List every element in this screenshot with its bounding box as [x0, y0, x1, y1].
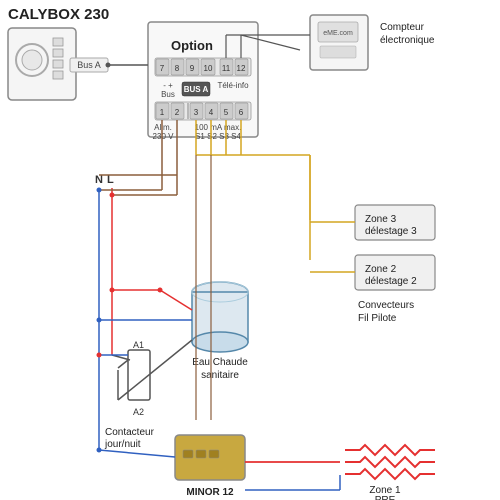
svg-text:230 V: 230 V	[153, 132, 175, 141]
svg-text:9: 9	[190, 64, 195, 73]
compteur-label2: électronique	[380, 35, 435, 46]
svg-text:eME.com: eME.com	[323, 30, 353, 37]
svg-text:N: N	[95, 174, 103, 186]
svg-text:Bus: Bus	[161, 90, 175, 99]
svg-text:MINOR 12: MINOR 12	[186, 487, 234, 498]
svg-text:BUS A: BUS A	[184, 85, 209, 94]
svg-text:Zone 2: Zone 2	[365, 264, 397, 275]
svg-text:6: 6	[239, 108, 244, 117]
compteur-label: Compteur	[380, 22, 425, 33]
svg-text:A1: A1	[133, 340, 144, 350]
svg-text:Alim.: Alim.	[154, 123, 172, 132]
svg-text:sanitaire: sanitaire	[201, 370, 239, 381]
svg-text:100 mA max.: 100 mA max.	[195, 123, 242, 132]
svg-text:jour/nuit: jour/nuit	[104, 439, 141, 450]
svg-text:A2: A2	[133, 407, 144, 417]
svg-text:S1 S2 S3 S4: S1 S2 S3 S4	[195, 132, 241, 141]
svg-text:11: 11	[222, 64, 231, 73]
svg-text:Convecteurs: Convecteurs	[358, 300, 414, 311]
svg-text:Eau Chaude: Eau Chaude	[192, 357, 248, 368]
svg-text:5: 5	[224, 108, 229, 117]
svg-text:L: L	[107, 174, 114, 186]
svg-text:7: 7	[160, 64, 165, 73]
svg-text:1: 1	[160, 108, 165, 117]
svg-text:délestage 2: délestage 2	[365, 276, 417, 287]
svg-text:Contacteur: Contacteur	[105, 427, 155, 438]
svg-text:Fil Pilote: Fil Pilote	[358, 313, 397, 324]
bus-a-label: Bus A	[77, 60, 101, 70]
svg-text:PRE: PRE	[375, 495, 396, 500]
svg-text:- +: - +	[163, 81, 173, 90]
svg-text:4: 4	[209, 108, 214, 117]
svg-text:10: 10	[204, 64, 213, 73]
svg-text:12: 12	[237, 64, 246, 73]
diagram: CALYBOX 230 Bus A Option 7 8 9 10	[0, 0, 500, 500]
option-label: Option	[171, 38, 213, 53]
svg-text:Télé-info: Télé-info	[217, 81, 249, 90]
svg-text:3: 3	[194, 108, 199, 117]
svg-text:Zone 3: Zone 3	[365, 214, 397, 225]
svg-text:2: 2	[175, 108, 180, 117]
svg-text:délestage 3: délestage 3	[365, 226, 417, 237]
svg-text:8: 8	[175, 64, 180, 73]
